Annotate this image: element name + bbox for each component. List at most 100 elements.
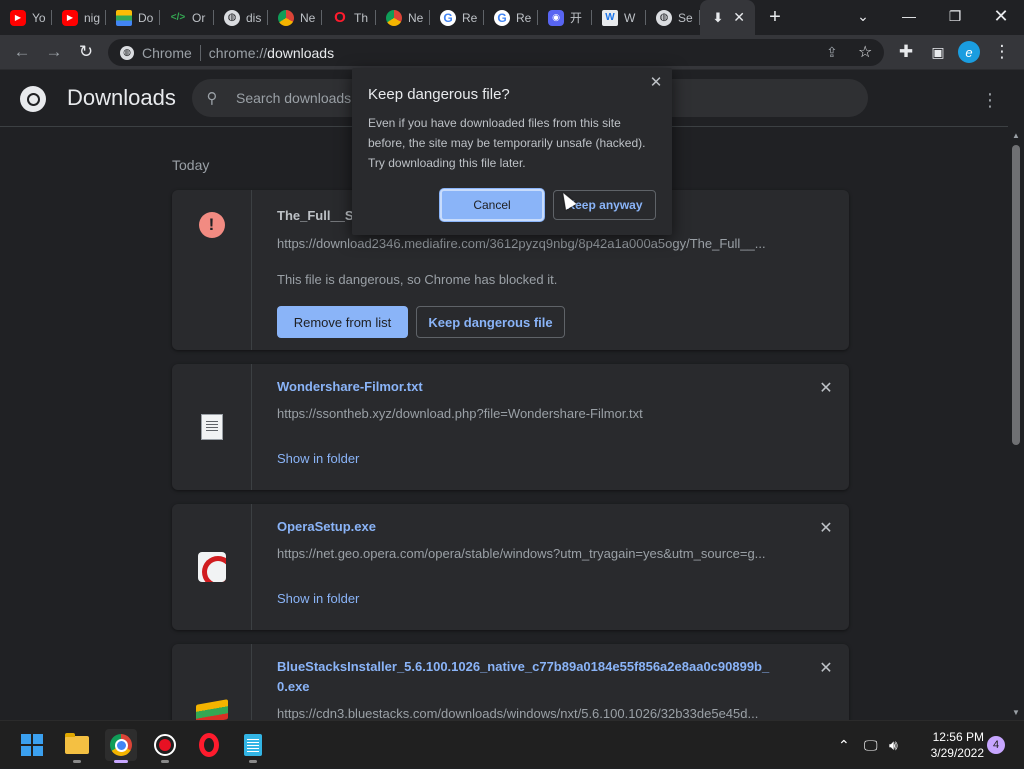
close-window-button[interactable]: ✕ <box>978 0 1024 32</box>
opera-taskbar-button[interactable] <box>193 729 225 761</box>
share-icon[interactable]: ⇪ <box>826 44 838 61</box>
start-button[interactable] <box>16 729 48 761</box>
recorder-taskbar-button[interactable] <box>149 729 181 763</box>
record-icon <box>154 734 176 756</box>
new-tab-button[interactable]: + <box>755 0 795 35</box>
file-name-link[interactable]: OperaSetup.exe <box>277 517 376 537</box>
opera-installer-icon <box>197 552 226 582</box>
tab-5[interactable]: Ne <box>268 0 322 35</box>
file-url[interactable]: https://download2346.mediafire.com/3612p… <box>277 236 777 251</box>
text-file-icon <box>200 414 223 440</box>
remove-item-icon[interactable]: ✕ <box>816 518 836 538</box>
globe-icon: ◍ <box>656 9 672 26</box>
youtube-icon: ▶ <box>62 9 78 26</box>
tab-3[interactable]: </> Or <box>160 0 214 35</box>
forward-button[interactable]: → <box>40 38 68 66</box>
windows-taskbar: ⌃ 🖵 🔊︎ 12:56 PM 3/29/2022 4 <box>0 720 1024 768</box>
notification-badge[interactable]: 4 <box>987 736 1005 754</box>
bookmark-star-icon[interactable]: ☆ <box>858 42 872 62</box>
cancel-button[interactable]: Cancel <box>440 189 544 221</box>
folder-icon <box>65 733 89 754</box>
chrome-icon <box>110 734 132 756</box>
doc-icon: W <box>602 9 618 26</box>
chrome-logo-icon <box>20 86 46 112</box>
google-icon: G <box>440 9 456 26</box>
tab-9[interactable]: G Re <box>484 0 538 35</box>
tab-2[interactable]: Do <box>106 0 160 35</box>
scrollbar-thumb[interactable] <box>1012 145 1020 445</box>
volume-icon[interactable]: 🔊︎ <box>889 721 898 769</box>
tab-6[interactable]: O Th <box>322 0 376 35</box>
keep-dangerous-file-dialog: Keep dangerous file? ✕ Even if you have … <box>352 68 672 235</box>
file-explorer-taskbar-button[interactable] <box>61 729 93 763</box>
dialog-message: Even if you have downloaded files from t… <box>368 116 646 170</box>
scroll-up-arrow-icon[interactable]: ▲ <box>1008 127 1024 143</box>
file-name-link[interactable]: BlueStacksInstaller_5.6.100.1026_native_… <box>277 657 777 697</box>
clock-time: 12:56 PM <box>932 730 984 744</box>
show-hidden-icons-chevron-icon[interactable]: ⌃ <box>838 721 850 769</box>
close-tab-icon[interactable]: ✕ <box>733 9 745 26</box>
scroll-down-arrow-icon[interactable]: ▼ <box>1008 704 1024 720</box>
google-icon: G <box>494 9 510 26</box>
file-url[interactable]: https://net.geo.opera.com/opera/stable/w… <box>277 546 777 561</box>
tab-search-icon[interactable]: ⌄ <box>840 0 886 32</box>
system-clock[interactable]: 12:56 PM 3/29/2022 <box>904 729 984 761</box>
tab-10[interactable]: ◉ 开 <box>538 0 592 35</box>
windows-logo-icon <box>21 734 43 756</box>
opera-icon <box>199 733 219 757</box>
show-in-folder-link[interactable]: Show in folder <box>277 591 359 606</box>
tab-7[interactable]: Ne <box>376 0 430 35</box>
network-icon[interactable]: 🖵 <box>864 721 878 769</box>
reload-button[interactable]: ↻ <box>72 38 100 66</box>
chrome-icon <box>386 9 402 26</box>
remove-item-icon[interactable]: ✕ <box>816 378 836 398</box>
back-button[interactable]: ← <box>8 38 36 66</box>
remove-from-list-button[interactable]: Remove from list <box>277 306 408 338</box>
extensions-icon[interactable]: ✚ <box>892 38 920 66</box>
show-in-folder-link[interactable]: Show in folder <box>277 451 359 466</box>
profile-avatar[interactable]: e <box>958 41 980 63</box>
clock-date: 3/29/2022 <box>930 746 984 760</box>
tab-8[interactable]: G Re <box>430 0 484 35</box>
side-panel-icon[interactable]: ▣ <box>924 38 952 66</box>
chrome-icon <box>278 9 294 26</box>
page-scrollbar[interactable]: ▲ ▼ <box>1008 127 1024 720</box>
browser-menu-icon[interactable]: ⋮ <box>988 38 1016 66</box>
page-title: Downloads <box>67 85 176 110</box>
tab-12[interactable]: ◍ Se <box>646 0 700 35</box>
url-text[interactable]: chrome://downloads <box>209 45 334 61</box>
tab-0[interactable]: ▶ Yo <box>0 0 52 35</box>
tab-downloads-active[interactable]: ⬇ ✕ <box>700 0 755 35</box>
chrome-taskbar-button[interactable] <box>105 729 137 763</box>
download-item: BlueStacksInstaller_5.6.100.1026_native_… <box>172 644 849 720</box>
address-bar[interactable]: ◍ Chrome chrome://downloads ⇪ ☆ <box>108 39 884 66</box>
dialog-close-icon[interactable]: ✕ <box>646 72 666 92</box>
tab-11[interactable]: WW <box>592 0 646 35</box>
keep-dangerous-file-button[interactable]: Keep dangerous file <box>416 306 565 338</box>
download-item: Wondershare-Filmor.txt https://ssontheb.… <box>172 364 849 490</box>
code-icon: </> <box>170 12 186 23</box>
downloads-menu-icon[interactable]: ⋮ <box>978 88 1002 112</box>
danger-message: This file is dangerous, so Chrome has bl… <box>277 272 558 287</box>
omnibox-separator <box>199 44 201 61</box>
search-icon: ⚲ <box>206 90 218 107</box>
browser-toolbar: ← → ↻ ◍ Chrome chrome://downloads ⇪ ☆ ✚ … <box>0 35 1024 70</box>
date-group-label: Today <box>172 157 210 173</box>
file-url[interactable]: https://ssontheb.xyz/download.php?file=W… <box>277 406 777 421</box>
file-url[interactable]: https://cdn3.bluestacks.com/downloads/wi… <box>277 706 777 720</box>
dialog-title: Keep dangerous file? <box>368 86 510 103</box>
tab-1[interactable]: ▶ nig <box>52 0 106 35</box>
notepad-taskbar-button[interactable] <box>237 729 269 763</box>
file-name-link[interactable]: Wondershare-Filmor.txt <box>277 377 423 397</box>
discord-icon: ◉ <box>548 9 564 26</box>
download-item: OperaSetup.exe https://net.geo.opera.com… <box>172 504 849 630</box>
site-info-icon[interactable]: ◍ <box>120 45 134 60</box>
remove-item-icon[interactable]: ✕ <box>816 658 836 678</box>
maximize-button[interactable]: ❐ <box>932 0 978 32</box>
file-name: The_Full__Se <box>277 208 361 223</box>
globe-icon: ◍ <box>224 9 240 26</box>
bluestacks-icon <box>195 699 228 720</box>
minimize-button[interactable]: — <box>886 0 932 32</box>
tab-4[interactable]: ◍ dis <box>214 0 268 35</box>
site-label: Chrome <box>142 44 192 61</box>
